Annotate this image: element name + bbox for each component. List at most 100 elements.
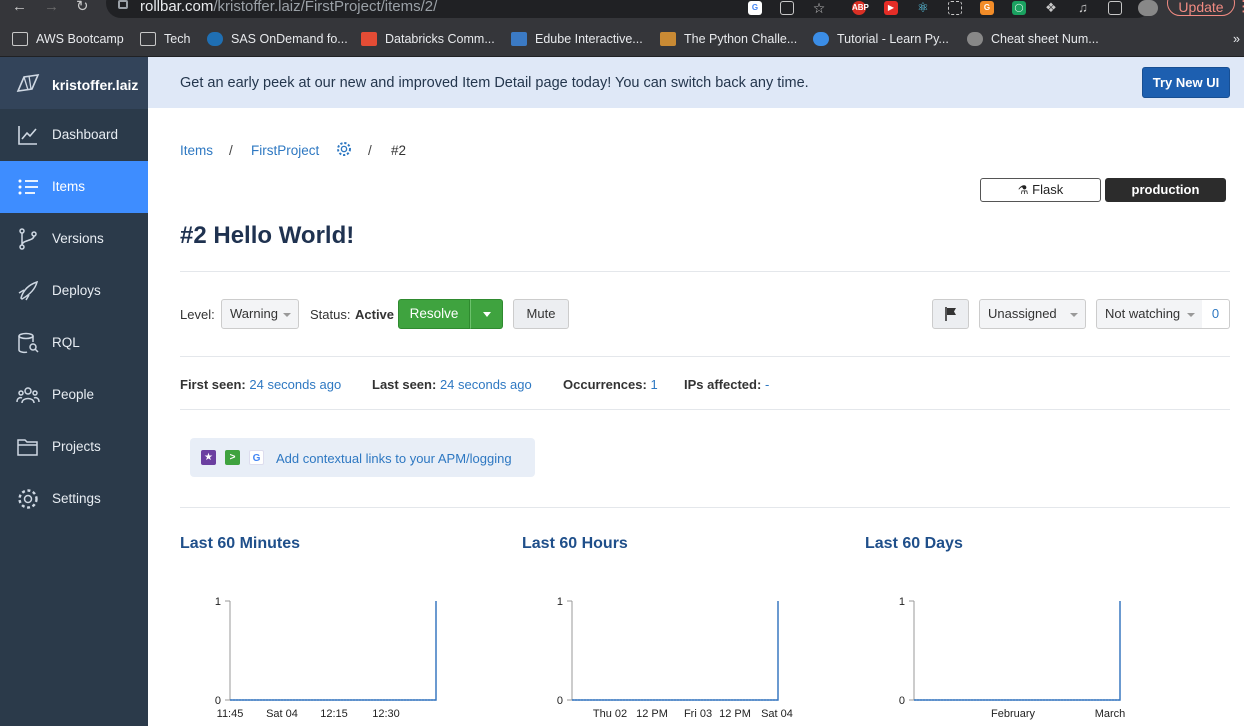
account-switcher[interactable]: kristoffer.laiz (0, 57, 148, 109)
chevron-down-icon (283, 313, 291, 317)
share-icon[interactable] (780, 1, 794, 15)
occurrences: Occurrences: 1 (563, 377, 658, 393)
last-seen: Last seen: 24 seconds ago (372, 377, 532, 393)
puzzle-icon[interactable]: ❖ (1044, 1, 1058, 15)
folder-icon (12, 32, 28, 46)
sidebar-item-label: Items (52, 179, 86, 194)
sidebar-item-people[interactable]: People (0, 369, 148, 421)
y-tick-label: 1 (899, 596, 905, 608)
resolve-dropdown-button[interactable] (470, 299, 503, 329)
chart-minutes: 1 011:45 Sat 04 12:15 12:30 (215, 596, 437, 720)
update-button[interactable]: Update (1167, 0, 1235, 16)
forward-icon[interactable]: → (44, 0, 59, 14)
avatar[interactable] (1138, 0, 1158, 16)
series-line (914, 601, 1121, 701)
react-icon[interactable]: ⚛ (916, 1, 930, 15)
sidebar-item-settings[interactable]: Settings (0, 473, 148, 525)
try-new-ui-button[interactable]: Try New UI (1142, 67, 1230, 98)
project-settings-gear-icon[interactable] (335, 140, 353, 158)
sidebar-item-deploys[interactable]: Deploys (0, 265, 148, 317)
bookmark-sas[interactable]: SAS OnDemand fo... (231, 32, 348, 47)
sidebar-item-versions[interactable]: Versions (0, 213, 148, 265)
sidebar-item-dashboard[interactable]: Dashboard (0, 109, 148, 161)
account-name: kristoffer.laiz (52, 77, 139, 93)
ips-affected-label: IPs affected: (684, 377, 762, 392)
x-tick-label: 11:45 (217, 708, 244, 720)
level-select[interactable]: Warning (221, 299, 299, 329)
sidebar-item-label: Projects (52, 439, 101, 454)
screenshot-icon[interactable] (948, 1, 962, 15)
divider (180, 356, 1230, 357)
chart-icon (18, 126, 37, 145)
bookmark-aws-bootcamp[interactable]: AWS Bootcamp (36, 32, 124, 47)
x-tick-label: Fri 03 (684, 708, 712, 720)
browser-toolbar: ← → ↻ rollbar.com/kristoffer.laiz/FirstP… (0, 0, 1244, 20)
lock-icon (118, 0, 128, 9)
framework-badge[interactable]: ⚗ Flask (980, 178, 1101, 202)
first-seen-value[interactable]: 24 seconds ago (249, 377, 341, 392)
bookmark-tech[interactable]: Tech (164, 32, 190, 47)
chart-title-hours: Last 60 Hours (522, 535, 628, 552)
chart-title-days: Last 60 Days (865, 535, 963, 552)
rocket-icon (18, 280, 39, 301)
adblock-icon[interactable]: ABP (852, 1, 869, 15)
framework-label: Flask (1032, 182, 1064, 197)
sidebar-item-label: Deploys (52, 283, 101, 298)
x-tick-label: 12:15 (320, 708, 348, 720)
breadcrumb-project[interactable]: FirstProject (251, 143, 319, 159)
branch-icon (19, 228, 37, 250)
watching-select[interactable]: Not watching (1096, 299, 1203, 329)
edube-icon (511, 32, 527, 46)
extension-g-icon[interactable]: G (980, 1, 994, 15)
flask-icon: ⚗ (1017, 183, 1029, 197)
url-text[interactable]: rollbar.com/kristoffer.laiz/FirstProject… (140, 0, 437, 15)
mute-button[interactable]: Mute (513, 299, 569, 329)
resolve-button[interactable]: Resolve (398, 299, 470, 329)
x-tick-label: 12 PM (719, 708, 751, 720)
ips-affected-value[interactable]: - (765, 377, 769, 392)
sidebar-item-rql[interactable]: RQL (0, 317, 148, 369)
watchers-count[interactable]: 0 (1202, 299, 1230, 329)
apm-link[interactable]: Add contextual links to your APM/logging (276, 451, 512, 466)
sidebar-item-label: People (52, 387, 95, 402)
google-icon: G (249, 450, 264, 465)
sidebar-toggle-icon[interactable] (1108, 1, 1122, 15)
last-seen-value[interactable]: 24 seconds ago (440, 377, 532, 392)
bookmark-tutorial[interactable]: Tutorial - Learn Py... (837, 32, 949, 47)
sidebar-item-items[interactable]: Items (0, 161, 148, 213)
bookmarks-overflow[interactable]: » (1233, 32, 1240, 47)
chart-title-minutes: Last 60 Minutes (180, 535, 301, 552)
bookmark-cheat-sheet[interactable]: Cheat sheet Num... (991, 32, 1099, 47)
youtube-icon[interactable]: ▶ (884, 1, 898, 15)
occurrences-value[interactable]: 1 (650, 377, 657, 392)
flag-button[interactable] (932, 299, 969, 329)
sidebar-item-projects[interactable]: Projects (0, 421, 148, 473)
reload-icon[interactable]: ↻ (76, 0, 89, 14)
breadcrumb-separator: / (229, 143, 233, 158)
assignee-select[interactable]: Unassigned (979, 299, 1086, 329)
back-icon[interactable]: ← (12, 0, 27, 14)
grammarly-icon[interactable]: ◯ (1012, 1, 1026, 15)
bookmark-edube[interactable]: Edube Interactive... (535, 32, 643, 47)
media-icon[interactable]: ♫ (1076, 1, 1090, 15)
bookmark-python-challenge[interactable]: The Python Challe... (684, 32, 797, 47)
star-icon[interactable]: ☆ (812, 1, 826, 15)
x-tick-label: Thu 02 (593, 708, 627, 720)
breadcrumb-current: #2 (391, 143, 407, 158)
sas-icon (207, 32, 223, 46)
y-tick-label: 0 (899, 695, 905, 707)
folder-icon (140, 32, 156, 46)
y-tick-label: 0 (557, 695, 563, 707)
environment-badge[interactable]: production (1105, 178, 1226, 202)
kebab-menu-icon[interactable]: ⋮ (1236, 0, 1244, 14)
assignee-value: Unassigned (988, 306, 1057, 321)
google-icon[interactable]: G (748, 1, 762, 15)
apm-links-box[interactable]: ★ > G Add contextual links to your APM/l… (190, 438, 535, 477)
bookmark-databricks[interactable]: Databricks Comm... (385, 32, 495, 47)
breadcrumb-items[interactable]: Items (180, 143, 213, 159)
databricks-icon (361, 32, 377, 46)
y-tick-label: 1 (215, 596, 221, 608)
status-value: Active (355, 307, 395, 322)
divider (180, 409, 1230, 410)
python-challenge-icon (660, 32, 676, 46)
